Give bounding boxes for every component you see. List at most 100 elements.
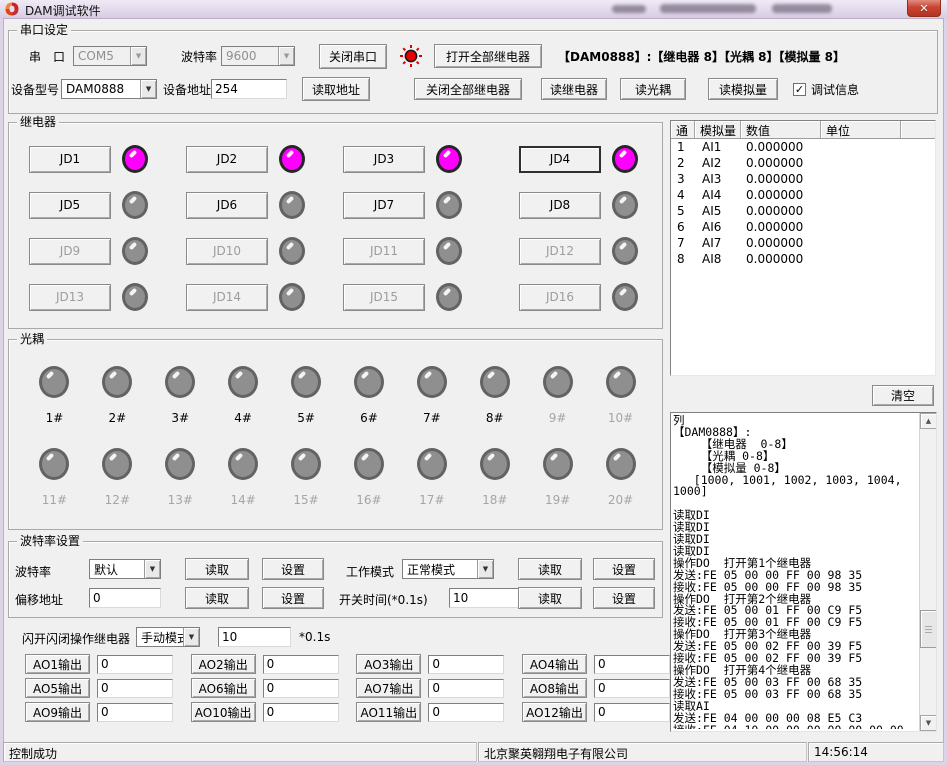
switch-time-label: 开关时间(*0.1s): [339, 591, 428, 608]
ao-output-button[interactable]: AO8输出: [522, 678, 587, 698]
table-row[interactable]: 4 AI4 0.000000: [671, 187, 935, 203]
ao-output-button[interactable]: AO6输出: [191, 678, 256, 698]
table-row[interactable]: 3 AI3 0.000000: [671, 171, 935, 187]
switch-time-input[interactable]: [449, 588, 519, 608]
opto-item: 9#: [526, 366, 589, 425]
read-opto-button[interactable]: 读光耦: [620, 78, 686, 100]
ao-cell: AO11输出: [356, 702, 504, 722]
column-header-unit[interactable]: 单位: [821, 121, 901, 138]
column-header-value[interactable]: 数值: [741, 121, 821, 138]
table-row[interactable]: 6 AI6 0.000000: [671, 219, 935, 235]
close-port-button[interactable]: 关闭串口: [319, 44, 387, 69]
read-address-button[interactable]: 读取地址: [302, 77, 370, 101]
close-button[interactable]: ✕: [907, 0, 941, 17]
ao-output-button[interactable]: AO9输出: [25, 702, 90, 722]
ao-cell: AO9输出: [25, 702, 173, 722]
ao-output-button[interactable]: AO4输出: [522, 654, 587, 674]
read-relays-button[interactable]: 读继电器: [541, 78, 607, 100]
opto-led-indicator: [228, 366, 258, 398]
device-address-input[interactable]: [211, 79, 287, 99]
log-line: [1000, 1001, 1002, 1003, 1004, 1000]: [673, 475, 917, 499]
flash-time-unit-label: *0.1s: [299, 630, 330, 644]
ao-output-button[interactable]: AO1输出: [25, 654, 90, 674]
opto-item: 13#: [149, 448, 212, 507]
debug-info-checkbox[interactable]: ✓: [793, 83, 806, 96]
ao-output-button[interactable]: AO3输出: [356, 654, 421, 674]
ao-value-input[interactable]: [428, 703, 504, 722]
work-mode-read-button[interactable]: 读取: [518, 558, 582, 580]
relay-button[interactable]: JD3: [343, 146, 425, 173]
switch-time-read-button[interactable]: 读取: [518, 587, 582, 609]
relay-cell: JD12: [519, 237, 658, 265]
ao-value-input[interactable]: [428, 655, 504, 674]
scroll-up-button[interactable]: ▲: [920, 413, 937, 429]
opto-label: 13#: [168, 493, 193, 507]
opto-led-indicator: [606, 448, 636, 480]
ao-value-input[interactable]: [594, 679, 670, 698]
switch-time-set-button[interactable]: 设置: [593, 587, 655, 609]
work-mode-set-button[interactable]: 设置: [593, 558, 655, 580]
offset-read-button[interactable]: 读取: [185, 587, 249, 609]
baudrate-set-button[interactable]: 设置: [262, 558, 324, 580]
offset-address-input[interactable]: [89, 588, 161, 608]
relay-led-indicator: [612, 191, 638, 219]
column-header-analog[interactable]: 模拟量: [695, 121, 741, 138]
ao-value-input[interactable]: [594, 655, 670, 674]
relay-button[interactable]: JD2: [186, 146, 268, 173]
ao-output-button[interactable]: AO7输出: [356, 678, 421, 698]
relay-cell: JD4: [519, 145, 658, 173]
relay-button[interactable]: JD7: [343, 192, 425, 219]
flash-mode-select[interactable]: 手动模式 ▼: [136, 627, 200, 647]
chevron-down-icon: ▼: [183, 628, 199, 646]
column-header-channel[interactable]: 通: [671, 121, 695, 138]
ao-output-button[interactable]: AO2输出: [191, 654, 256, 674]
ao-value-input[interactable]: [428, 679, 504, 698]
relay-cell: JD16: [519, 283, 658, 311]
relay-button[interactable]: JD1: [29, 146, 111, 173]
relay-button[interactable]: JD6: [186, 192, 268, 219]
relay-row: JD9 JD10 JD11 JD12: [29, 237, 658, 265]
opto-label: 6#: [360, 411, 378, 425]
ao-cell: AO5输出: [25, 678, 173, 698]
ao-output-button[interactable]: AO12输出: [522, 702, 587, 722]
relay-button: JD16: [519, 284, 601, 311]
ao-value-input[interactable]: [97, 679, 173, 698]
scrollbar-thumb[interactable]: [920, 610, 937, 648]
device-model-select[interactable]: DAM0888 ▼: [61, 79, 157, 99]
check-icon: ✓: [795, 84, 804, 95]
close-all-relays-button[interactable]: 关闭全部继电器: [414, 78, 522, 100]
relay-button: JD10: [186, 238, 268, 265]
ao-value-input[interactable]: [97, 655, 173, 674]
ao-output-button[interactable]: AO5输出: [25, 678, 90, 698]
ao-output-button[interactable]: AO11输出: [356, 702, 421, 722]
ao-value-input[interactable]: [263, 655, 339, 674]
flash-time-input[interactable]: [218, 627, 291, 647]
ao-value-input[interactable]: [97, 703, 173, 722]
relay-button[interactable]: JD4: [519, 146, 601, 173]
clear-log-button[interactable]: 清空: [872, 385, 934, 406]
scroll-down-button[interactable]: ▼: [920, 715, 937, 731]
ao-value-input[interactable]: [263, 703, 339, 722]
relay-button[interactable]: JD5: [29, 192, 111, 219]
read-analog-button[interactable]: 读模拟量: [708, 78, 778, 100]
ao-value-input[interactable]: [263, 679, 339, 698]
table-row[interactable]: 2 AI2 0.000000: [671, 155, 935, 171]
relay-button[interactable]: JD8: [519, 192, 601, 219]
table-row[interactable]: 5 AI5 0.000000: [671, 203, 935, 219]
log-scrollbar[interactable]: ▲ ▼: [919, 413, 936, 731]
offset-set-button[interactable]: 设置: [262, 587, 324, 609]
relay-led-indicator: [436, 283, 462, 311]
table-row[interactable]: 1 AI1 0.000000: [671, 139, 935, 155]
ao-value-input[interactable]: [594, 703, 670, 722]
baudrate-read-button[interactable]: 读取: [185, 558, 249, 580]
baudrate-select[interactable]: 默认 ▼: [89, 559, 161, 579]
table-row[interactable]: 8 AI8 0.000000: [671, 251, 935, 267]
work-mode-select[interactable]: 正常模式 ▼: [402, 559, 494, 579]
relay-row: JD1 JD2 JD3 JD4: [29, 145, 658, 173]
ao-cell: AO3输出: [356, 654, 504, 674]
open-all-relays-button[interactable]: 打开全部继电器: [434, 44, 542, 68]
baud-rate-select: 9600 ▼: [221, 46, 295, 66]
table-row[interactable]: 7 AI7 0.000000: [671, 235, 935, 251]
ao-output-button[interactable]: AO10输出: [191, 702, 256, 722]
opto-led-indicator: [102, 448, 132, 480]
